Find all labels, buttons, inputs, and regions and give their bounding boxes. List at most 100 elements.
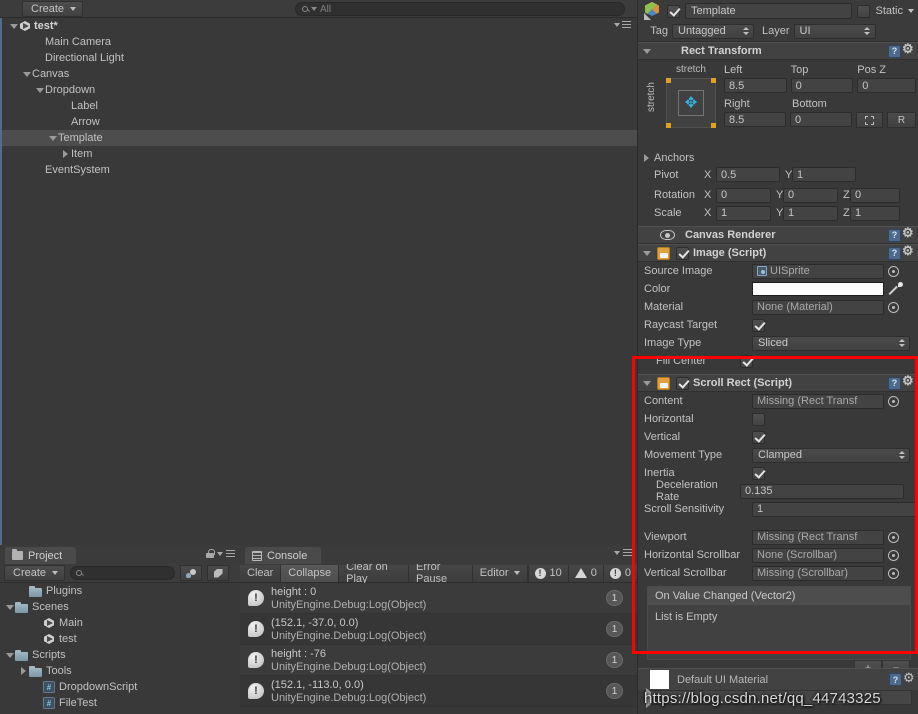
static-checkbox[interactable] <box>857 4 871 18</box>
component-actions[interactable]: ? <box>888 244 918 260</box>
project-tab-controls[interactable] <box>206 549 235 558</box>
scale-x-input[interactable]: 1 <box>716 205 771 221</box>
object-picker-icon[interactable] <box>888 395 899 407</box>
scroll-rect-field-content[interactable]: Missing (Rect Transf <box>752 393 884 409</box>
gear-icon[interactable] <box>903 671 916 686</box>
project-item-dropdownscript[interactable]: # DropdownScript <box>0 679 240 695</box>
posz-input[interactable]: 0 <box>857 78 917 93</box>
hierarchy-item-canvas[interactable]: Canvas <box>2 66 637 82</box>
tag-dropdown[interactable]: Untagged <box>672 23 754 39</box>
rotation-x-input[interactable]: 0 <box>716 187 771 203</box>
gear-icon[interactable] <box>902 244 915 259</box>
hierarchy-search-input[interactable]: All <box>295 2 625 16</box>
top-input[interactable]: 0 <box>790 78 854 93</box>
console-log-entry[interactable]: ! height : 0 UnityEngine.Debug:Log(Object)… <box>240 583 637 614</box>
gear-icon[interactable] <box>902 226 915 241</box>
hierarchy-item-item[interactable]: Item <box>2 146 637 162</box>
console-badge-warn[interactable]: 0 <box>567 564 603 582</box>
rect-transform-header[interactable]: Rect Transform ? <box>638 42 918 60</box>
foldout-arrow-icon[interactable] <box>641 250 653 256</box>
image-script-header[interactable]: Image (Script) ? <box>638 244 918 262</box>
hierarchy-item-eventsystem[interactable]: EventSystem <box>2 162 637 178</box>
image-field-source-image[interactable]: UISprite <box>752 263 884 279</box>
scroll-rect-header[interactable]: Scroll Rect (Script) ? <box>638 374 918 392</box>
project-item-test[interactable]: test <box>0 631 240 647</box>
raw-edit-button[interactable]: R <box>886 112 916 128</box>
scroll-rect-dropdown-movement-type[interactable]: Clamped <box>752 447 910 463</box>
object-picker-icon[interactable] <box>888 567 899 579</box>
project-create-button[interactable]: Create <box>4 565 66 581</box>
chevron-down-icon[interactable] <box>908 9 914 13</box>
canvas-renderer-header[interactable]: Canvas Renderer ? <box>638 226 918 244</box>
image-checkbox-raycast-target[interactable] <box>752 318 765 332</box>
project-item-tools[interactable]: Tools <box>0 663 240 679</box>
right-input[interactable]: 8.5 <box>724 112 786 127</box>
foldout-arrow-icon[interactable] <box>641 380 653 386</box>
foldout-arrow-icon[interactable] <box>4 604 15 610</box>
project-favorites-button[interactable] <box>180 565 203 581</box>
gameobject-name-input[interactable]: Template <box>685 3 853 19</box>
help-icon[interactable]: ? <box>888 228 901 242</box>
gameobject-enabled-checkbox[interactable] <box>667 4 680 18</box>
hierarchy-item-arrow[interactable]: Arrow <box>2 114 637 130</box>
hierarchy-item-dropdown[interactable]: Dropdown <box>2 82 637 98</box>
hierarchy-item-main-camera[interactable]: Main Camera <box>2 34 637 50</box>
console-collapse-button[interactable]: Collapse <box>281 564 340 582</box>
hierarchy-item-label[interactable]: Label <box>2 98 637 114</box>
scroll-rect-enabled-checkbox[interactable] <box>676 376 689 390</box>
foldout-arrow-icon[interactable] <box>47 135 58 141</box>
image-dropdown-image-type[interactable]: Sliced <box>752 335 910 351</box>
console-log-entry[interactable]: ! height : -76 UnityEngine.Debug:Log(Objec… <box>240 645 637 676</box>
help-icon[interactable]: ? <box>888 246 901 260</box>
console-error-pause-button[interactable]: Error Pause <box>408 561 473 585</box>
gear-icon[interactable] <box>902 374 915 389</box>
anchor-preset-widget[interactable]: ✥ <box>666 78 716 128</box>
image-field-material[interactable]: None (Material) <box>752 299 884 315</box>
rotation-y-input[interactable]: 0 <box>783 187 838 203</box>
layer-dropdown[interactable]: UI <box>793 23 876 39</box>
foldout-arrow-icon[interactable] <box>641 48 653 54</box>
scroll-rect-input-scroll-sensitivity[interactable]: 1 <box>752 501 916 517</box>
help-icon[interactable]: ? <box>888 376 901 390</box>
console-clear-on-play-button[interactable]: Clear on Play <box>339 561 409 585</box>
scroll-rect-field-viewport[interactable]: Missing (Rect Transf <box>752 529 884 545</box>
console-badge-error[interactable]: ! 0 <box>602 564 637 582</box>
foldout-arrow-icon[interactable] <box>60 150 71 158</box>
object-picker-icon[interactable] <box>888 549 899 561</box>
foldout-arrow-icon[interactable] <box>21 71 32 77</box>
component-actions[interactable]: ? <box>888 374 918 390</box>
hierarchy-item-template[interactable]: Template <box>2 130 637 146</box>
image-checkbox-fill-center[interactable] <box>740 354 753 368</box>
console-log-list[interactable]: ! height : 0 UnityEngine.Debug:Log(Object)… <box>240 583 637 714</box>
project-label-filter-button[interactable] <box>207 565 230 581</box>
foldout-arrow-icon[interactable] <box>34 87 45 93</box>
anchors-foldout[interactable]: Anchors <box>638 150 918 166</box>
foldout-arrow-icon[interactable] <box>4 652 15 658</box>
project-search-input[interactable] <box>70 566 176 580</box>
pivot-x-input[interactable]: 0.5 <box>716 167 780 182</box>
foldout-arrow-icon[interactable] <box>8 23 19 29</box>
scroll-rect-field-vertical-scrollbar[interactable]: Missing (Scrollbar) <box>752 565 884 581</box>
tab-project[interactable]: Project <box>5 547 77 564</box>
lock-icon[interactable] <box>206 549 215 558</box>
hierarchy-item-directional-light[interactable]: Directional Light <box>2 50 637 66</box>
scroll-rect-checkbox-vertical[interactable] <box>752 430 765 444</box>
foldout-arrow-icon[interactable] <box>644 154 654 162</box>
console-badge-info[interactable]: ! 10 <box>527 564 568 582</box>
left-input[interactable]: 8.5 <box>724 78 787 93</box>
component-actions[interactable]: ? <box>888 226 918 242</box>
rotation-z-input[interactable]: 0 <box>850 187 900 203</box>
default-ui-material-header[interactable]: Default UI Material ? <box>638 668 918 690</box>
component-actions[interactable]: ? <box>888 42 918 58</box>
scroll-rect-field-horizontal-scrollbar[interactable]: None (Scrollbar) <box>752 547 884 563</box>
object-picker-icon[interactable] <box>888 301 899 313</box>
project-item-scenes[interactable]: Scenes <box>0 599 240 615</box>
scroll-rect-checkbox-inertia[interactable] <box>752 466 765 480</box>
eyedropper-icon[interactable] <box>889 282 903 296</box>
hierarchy-create-button[interactable]: Create <box>22 0 84 17</box>
component-actions[interactable]: ? <box>889 671 918 686</box>
console-tab-controls[interactable] <box>614 549 632 556</box>
scroll-rect-checkbox-horizontal[interactable] <box>752 412 765 426</box>
scale-z-input[interactable]: 1 <box>850 205 900 221</box>
pivot-y-input[interactable]: 1 <box>792 167 856 182</box>
